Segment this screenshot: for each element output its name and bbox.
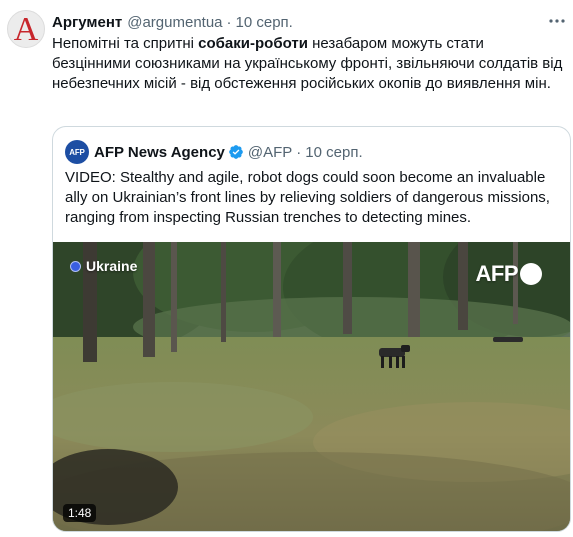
quoted-tweet-date[interactable]: 10 серп.: [305, 144, 362, 161]
quoted-tweet-text: VIDEO: Stealthy and agile, robot dogs co…: [65, 169, 550, 226]
quoted-header-separator: ·: [296, 143, 302, 161]
location-label: Ukraine: [70, 258, 137, 274]
video-player[interactable]: Ukraine AFP 1:48: [53, 242, 570, 531]
tweet[interactable]: A Аргумент @argumentua · 10 серп. Непомі…: [0, 0, 573, 537]
more-dots-icon[interactable]: [549, 12, 565, 30]
quoted-tweet[interactable]: AFP AFP News Agency @AFP · 10 серп. VIDE…: [52, 126, 571, 532]
tweet-text-bold: собаки-роботи: [198, 35, 308, 52]
quoted-author-name[interactable]: AFP News Agency: [94, 144, 225, 161]
tweet-text: Непомітні та спритні собаки-роботи незаб…: [52, 34, 564, 94]
location-label-text: Ukraine: [86, 258, 138, 274]
afp-watermark-text: AFP: [475, 261, 519, 286]
afp-watermark: AFP: [475, 261, 542, 287]
quoted-author-avatar[interactable]: AFP: [65, 140, 89, 164]
author-name[interactable]: Аргумент: [52, 14, 122, 31]
quoted-author-handle[interactable]: @AFP: [248, 144, 292, 161]
avatar-logo-letter: A: [13, 11, 39, 48]
tweet-text-part1: Непомітні та спритні: [52, 35, 199, 52]
author-avatar[interactable]: A: [7, 10, 45, 48]
header-separator: ·: [226, 13, 232, 31]
location-dot-icon: [70, 260, 81, 272]
author-handle[interactable]: @argumentua: [127, 14, 222, 31]
tweet-header: Аргумент @argumentua · 10 серп.: [52, 12, 543, 32]
quoted-tweet-header: AFP AFP News Agency @AFP · 10 серп.: [65, 140, 363, 164]
verified-badge-icon: [228, 144, 244, 160]
video-duration: 1:48: [63, 504, 97, 522]
tweet-date[interactable]: 10 серп.: [236, 14, 293, 31]
afp-circle-icon: [520, 263, 542, 285]
